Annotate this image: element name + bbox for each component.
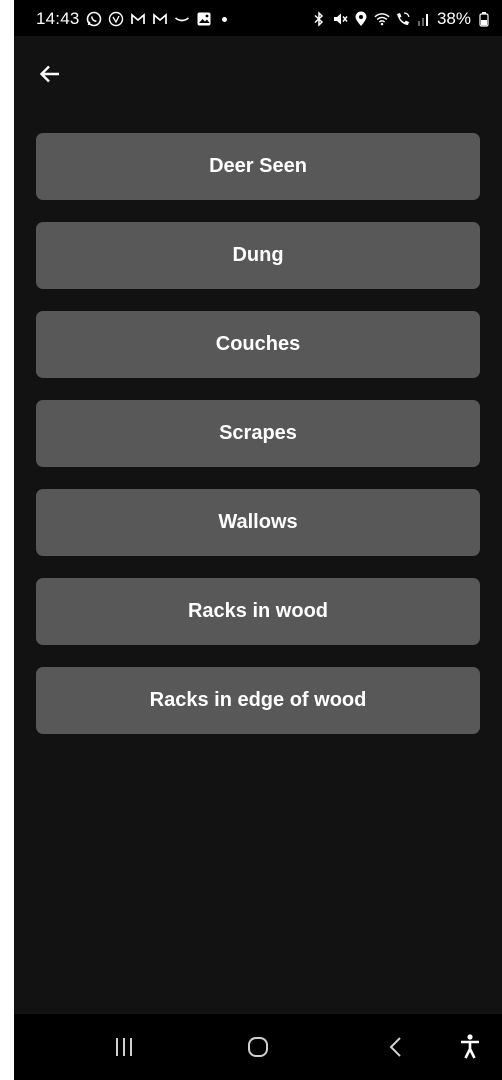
status-left: 14:43 — [36, 9, 227, 29]
back-button[interactable] — [34, 58, 66, 90]
signal-icon — [416, 11, 432, 27]
option-scrapes-button[interactable]: Scrapes — [36, 400, 480, 467]
recent-apps-button[interactable] — [106, 1032, 142, 1062]
accessibility-button[interactable] — [452, 1032, 488, 1062]
option-dung-button[interactable]: Dung — [36, 222, 480, 289]
option-racks-in-wood-button[interactable]: Racks in wood — [36, 578, 480, 645]
wifi-icon — [374, 11, 390, 27]
accessibility-icon — [458, 1033, 482, 1061]
whatsapp-icon — [86, 11, 102, 27]
status-right: 38% — [311, 9, 492, 29]
options-list: Deer Seen Dung Couches Scrapes Wallows R… — [36, 133, 480, 756]
mute-icon — [332, 11, 348, 27]
dot-icon — [221, 16, 227, 22]
navigation-bar — [14, 1014, 502, 1080]
back-icon — [386, 1035, 406, 1059]
battery-icon — [476, 11, 492, 27]
option-wallows-button[interactable]: Wallows — [36, 489, 480, 556]
amazon-icon — [174, 11, 190, 27]
app-screen: 14:43 38% Deer Seen Dung Couches Scrapes… — [14, 0, 502, 1080]
option-deer-seen-button[interactable]: Deer Seen — [36, 133, 480, 200]
battery-percent: 38% — [436, 9, 471, 28]
status-time: 14:43 — [36, 9, 80, 28]
home-icon — [246, 1035, 270, 1059]
home-button[interactable] — [240, 1032, 276, 1062]
system-back-button[interactable] — [378, 1032, 414, 1062]
gmail-icon — [152, 11, 168, 27]
status-bar: 14:43 38% — [14, 0, 502, 36]
bluetooth-icon — [311, 11, 327, 27]
wifi-calling-icon — [395, 11, 411, 27]
location-icon — [353, 11, 369, 27]
arrow-left-icon — [38, 62, 62, 86]
gallery-icon — [196, 11, 212, 27]
option-racks-in-edge-of-wood-button[interactable]: Racks in edge of wood — [36, 667, 480, 734]
vodafone-icon — [108, 11, 124, 27]
recent-apps-icon — [112, 1036, 136, 1058]
option-couches-button[interactable]: Couches — [36, 311, 480, 378]
gmail-icon — [130, 11, 146, 27]
